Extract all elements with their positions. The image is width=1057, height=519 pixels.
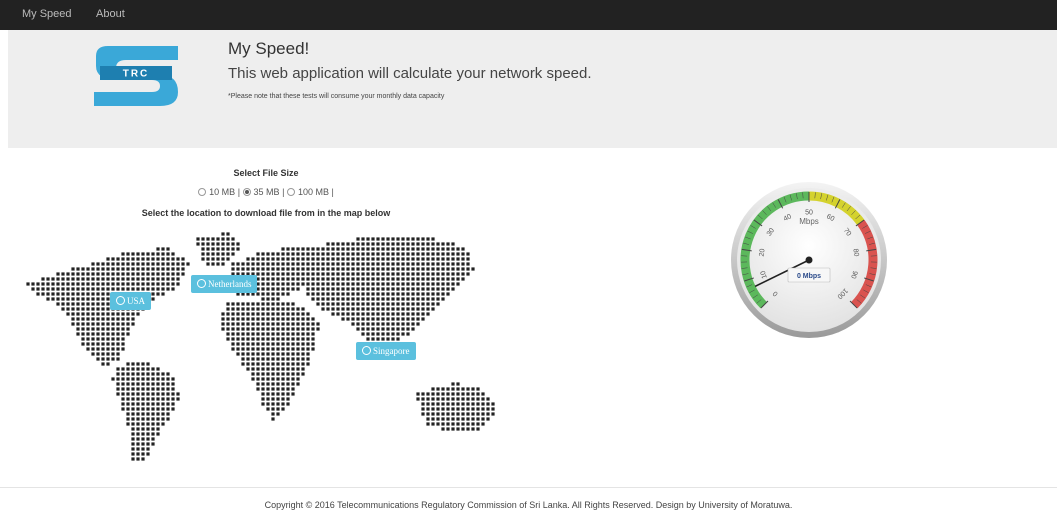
radio-35mb[interactable] (242, 187, 251, 196)
gauge-tick-label: 20 (759, 248, 767, 257)
data-usage-note: *Please note that these tests will consu… (228, 93, 445, 100)
trc-logo: TRC (94, 46, 178, 106)
location-label: Netherlands (208, 279, 252, 289)
world-map: USA Netherlands Singapore (20, 225, 520, 470)
option-separator: | (331, 187, 334, 197)
radio-10mb[interactable] (198, 187, 207, 196)
option-label: 100 MB (297, 187, 329, 197)
gauge-unit-label: Mbps (799, 217, 819, 226)
map-instruction: Select the location to download file fro… (141, 208, 391, 218)
option-separator: | (237, 187, 241, 197)
dotted-world-map (26, 232, 495, 461)
location-usa-button[interactable]: USA (110, 292, 152, 310)
location-pin-icon (116, 296, 125, 306)
location-netherlands-button[interactable]: Netherlands (191, 275, 258, 293)
option-label: 10 MB (209, 187, 236, 197)
nav-my-speed-link[interactable]: My Speed (22, 8, 72, 20)
location-pin-icon (197, 279, 206, 289)
gauge-tick-label: 80 (851, 248, 859, 257)
option-label: 35 MB (253, 187, 280, 197)
speed-gauge: 0102030405060708090100 Mbps 0 Mbps (731, 182, 887, 338)
gauge-tick-label: 50 (805, 210, 813, 217)
location-pin-icon (362, 346, 371, 356)
file-size-options: 10 MB | 35 MB | 100 MB | (0, 187, 532, 197)
page-subtitle: This web application will calculate your… (228, 65, 592, 82)
logo-text: TRC (123, 69, 150, 80)
option-separator: | (282, 187, 285, 197)
top-navbar: My Speed About (0, 0, 1057, 30)
gauge-readout: 0 Mbps (797, 273, 821, 280)
nav-about-link[interactable]: About (96, 8, 125, 20)
file-size-option-10mb[interactable]: 10 MB (198, 187, 235, 197)
location-singapore-button[interactable]: Singapore (356, 342, 416, 360)
location-label: USA (127, 296, 146, 306)
hero-banner: TRC My Speed! This web application will … (8, 30, 1057, 148)
radio-100mb[interactable] (286, 187, 295, 196)
location-label: Singapore (373, 346, 410, 356)
file-size-title: Select File Size (233, 168, 299, 178)
file-size-option-100mb[interactable]: 100 MB (286, 187, 329, 197)
file-size-option-35mb[interactable]: 35 MB (242, 187, 280, 197)
page-title: My Speed! (228, 39, 310, 58)
footer-divider (0, 487, 1057, 488)
footer-copyright: Copyright © 2016 Telecommunications Regu… (264, 500, 793, 510)
gauge-hub (805, 256, 813, 264)
